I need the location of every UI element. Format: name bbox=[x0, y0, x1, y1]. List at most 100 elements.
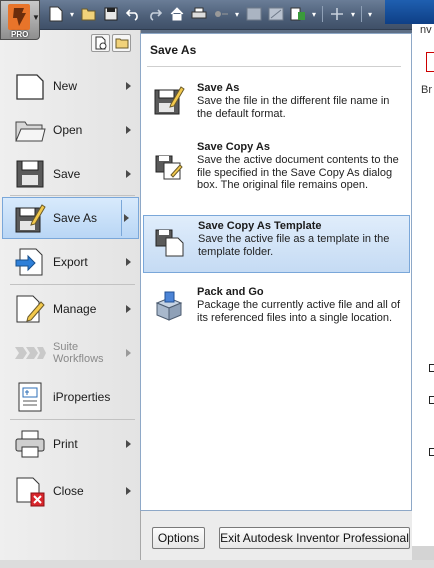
pack-and-go-icon bbox=[155, 291, 183, 321]
export-icon bbox=[15, 248, 43, 276]
option-description: Save the active document contents to the… bbox=[197, 154, 399, 191]
redo-icon[interactable] bbox=[145, 5, 164, 23]
menu-item-print[interactable]: Print bbox=[0, 423, 140, 465]
plus-icon[interactable] bbox=[327, 5, 346, 23]
save-template-icon bbox=[155, 229, 184, 257]
menu-item-open[interactable]: Open bbox=[0, 109, 140, 151]
options-button[interactable]: Options bbox=[152, 527, 205, 549]
chevron-down-icon[interactable]: ▾ bbox=[349, 10, 357, 19]
background-tab-text: nv bbox=[420, 24, 432, 36]
chevron-right-icon bbox=[126, 82, 131, 90]
chevron-down-icon[interactable]: ▾ bbox=[310, 10, 318, 19]
chevron-right-icon bbox=[126, 258, 131, 266]
chevron-right-icon bbox=[126, 305, 131, 313]
open-icon[interactable] bbox=[79, 5, 98, 23]
chevron-right-icon bbox=[126, 440, 131, 448]
chevron-right-icon bbox=[126, 349, 131, 357]
option-save-copy-as[interactable]: Save Copy As Save the active document co… bbox=[143, 137, 410, 207]
print-icon[interactable] bbox=[189, 5, 208, 23]
option-description: Save the active file as a template in th… bbox=[198, 233, 390, 258]
color-icon[interactable] bbox=[244, 5, 263, 23]
submenu-title-divider bbox=[147, 66, 401, 67]
menu-item-label: Close bbox=[53, 484, 84, 498]
save-icon[interactable] bbox=[101, 5, 120, 23]
toolbar-separator bbox=[361, 6, 362, 22]
menu-item-label: Save As bbox=[53, 211, 98, 225]
menu-item-label: Save bbox=[53, 167, 81, 181]
option-title: Save Copy As Template bbox=[198, 220, 322, 232]
menu-item-label: New bbox=[53, 79, 78, 93]
menu-item-label: Open bbox=[53, 123, 83, 137]
undo-icon[interactable] bbox=[123, 5, 142, 23]
menu-item-label-line2: Workflows bbox=[53, 353, 104, 365]
menu-item-manage[interactable]: Manage bbox=[0, 288, 140, 330]
parameters-icon[interactable] bbox=[266, 5, 285, 23]
save-copy-as-icon bbox=[155, 155, 183, 180]
menu-item-label: iProperties bbox=[53, 390, 111, 404]
ribbon-tab-strip bbox=[385, 0, 434, 24]
edition-badge: PRO bbox=[11, 30, 29, 39]
application-menu-button[interactable]: PRO ▼ bbox=[0, 0, 40, 40]
home-icon[interactable] bbox=[167, 5, 186, 23]
menu-divider bbox=[10, 195, 135, 196]
inventor-logo-icon bbox=[8, 4, 30, 30]
sketch-icon[interactable] bbox=[211, 5, 230, 23]
option-title: Save Copy As bbox=[197, 141, 270, 153]
menu-divider bbox=[10, 284, 135, 285]
option-title: Save As bbox=[197, 82, 240, 94]
menu-item-new[interactable]: New bbox=[0, 65, 140, 107]
background-workspace: nv Br bbox=[412, 24, 434, 568]
menu-view-toggles bbox=[91, 34, 131, 52]
submenu-title: Save As bbox=[150, 43, 197, 57]
menu-item-label: Manage bbox=[53, 302, 97, 316]
background-mark bbox=[429, 396, 434, 404]
manage-icon bbox=[16, 295, 45, 323]
option-save-as[interactable]: Save As Save the file in the different f… bbox=[143, 78, 410, 126]
background-shape bbox=[426, 52, 434, 72]
open-folder-icon bbox=[15, 121, 46, 142]
option-description: Package the currently active file and al… bbox=[197, 299, 401, 324]
menu-item-label: Print bbox=[53, 437, 78, 451]
chevron-right-icon bbox=[126, 170, 131, 178]
background-strip bbox=[0, 560, 434, 568]
menu-item-iproperties[interactable]: iProperties bbox=[0, 376, 140, 418]
menu-item-close[interactable]: Close bbox=[0, 470, 140, 512]
menu-item-save-as[interactable]: Save As bbox=[2, 197, 139, 239]
option-pack-and-go[interactable]: Pack and Go Package the currently active… bbox=[143, 282, 410, 342]
option-save-copy-as-template[interactable]: Save Copy As Template Save the active fi… bbox=[143, 215, 410, 273]
chevron-right-icon bbox=[126, 126, 131, 134]
close-document-icon bbox=[16, 477, 45, 507]
print-icon bbox=[15, 430, 45, 458]
recent-documents-icon[interactable] bbox=[91, 34, 110, 52]
chevron-down-icon[interactable]: ▾ bbox=[233, 10, 241, 19]
menu-item-label: Suite Workflows bbox=[53, 341, 104, 365]
exit-application-button[interactable]: Exit Autodesk Inventor Professional bbox=[219, 527, 410, 549]
customize-toolbar-icon[interactable]: ▾ bbox=[366, 10, 374, 19]
menu-divider bbox=[10, 419, 135, 420]
chevron-right-icon bbox=[126, 487, 131, 495]
toolbar-separator bbox=[322, 6, 323, 22]
chevron-down-icon[interactable]: ▾ bbox=[68, 10, 76, 19]
application-menu-left-pane: New Open Save Save As Export Manage Suit… bbox=[0, 30, 141, 568]
chevron-right-icon[interactable] bbox=[124, 214, 129, 222]
save-as-icon bbox=[15, 204, 46, 233]
open-documents-icon[interactable] bbox=[112, 34, 131, 52]
save-as-pencil-icon bbox=[154, 86, 185, 115]
new-document-icon bbox=[16, 74, 44, 100]
split-divider bbox=[121, 200, 122, 236]
select-icon[interactable] bbox=[288, 5, 307, 23]
quick-access-toolbar: ▾ ▾ ▾ ▾ ▾ bbox=[46, 4, 374, 24]
background-mark bbox=[429, 364, 434, 372]
save-icon bbox=[16, 160, 44, 188]
suite-workflows-icon bbox=[15, 347, 46, 359]
menu-item-export[interactable]: Export bbox=[0, 241, 140, 283]
background-mark bbox=[429, 448, 434, 456]
menu-item-suite-workflows: Suite Workflows bbox=[0, 332, 140, 374]
option-title: Pack and Go bbox=[197, 286, 264, 298]
chevron-down-icon: ▼ bbox=[32, 13, 40, 22]
background-text: Br bbox=[421, 84, 432, 96]
menu-item-label: Export bbox=[53, 255, 88, 269]
option-description: Save the file in the different file name… bbox=[197, 95, 390, 120]
new-icon[interactable] bbox=[46, 5, 65, 23]
menu-item-save[interactable]: Save bbox=[0, 153, 140, 195]
